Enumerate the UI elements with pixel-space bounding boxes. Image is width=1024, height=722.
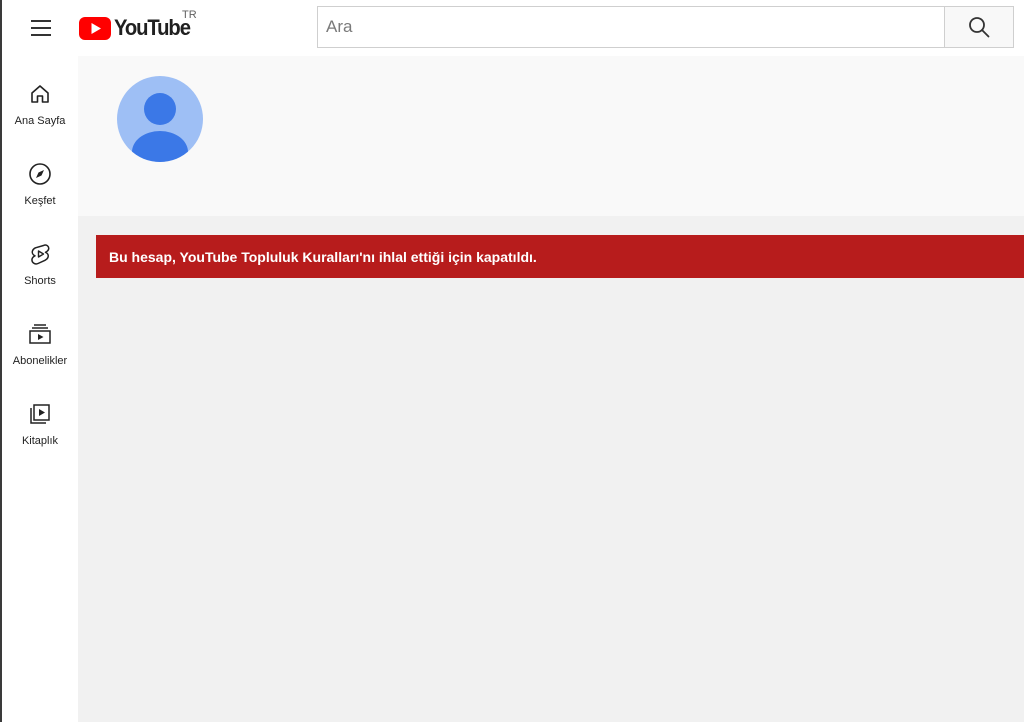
menu-button[interactable] (28, 14, 56, 42)
youtube-play-icon (79, 16, 111, 40)
hamburger-line (31, 20, 51, 22)
shorts-icon (27, 241, 53, 267)
account-terminated-notice: Bu hesap, YouTube Topluluk Kuralları'nı … (96, 235, 1024, 278)
sidebar-item-label: Shorts (24, 275, 56, 287)
main-content: Bu hesap, YouTube Topluluk Kuralları'nı … (78, 56, 1024, 722)
top-bar: YouTube TR (2, 0, 1024, 56)
subscriptions-icon (27, 321, 53, 347)
sidebar-item-label: Abonelikler (12, 355, 68, 367)
sidebar-item-label: Keşfet (24, 195, 56, 207)
hamburger-line (31, 34, 51, 36)
search-box (317, 6, 944, 48)
sidebar-item-library[interactable]: Kitaplık (2, 390, 78, 464)
sidebar-item-explore[interactable]: Keşfet (2, 150, 78, 224)
library-icon (27, 401, 53, 427)
default-avatar-icon (117, 76, 203, 162)
notice-text: Bu hesap, YouTube Topluluk Kuralları'nı … (109, 248, 537, 265)
search-button[interactable] (944, 6, 1014, 48)
compass-icon (27, 161, 53, 187)
sidebar-item-label: Ana Sayfa (14, 115, 66, 127)
logo-wordmark: YouTube (114, 15, 191, 40)
sidebar-item-label: Kitaplık (21, 435, 59, 447)
hamburger-line (31, 27, 51, 29)
home-icon (27, 81, 53, 107)
region-code: TR (182, 9, 197, 21)
sidebar-item-subscriptions[interactable]: Abonelikler (2, 310, 78, 384)
youtube-logo[interactable]: YouTube TR (79, 9, 197, 42)
search-icon (969, 17, 990, 38)
sidebar: Ana Sayfa Keşfet Shorts Abonelikler Kita… (2, 56, 78, 722)
channel-header (78, 56, 1024, 216)
sidebar-item-shorts[interactable]: Shorts (2, 230, 78, 304)
sidebar-item-home[interactable]: Ana Sayfa (2, 70, 78, 144)
search-input[interactable] (318, 7, 944, 47)
